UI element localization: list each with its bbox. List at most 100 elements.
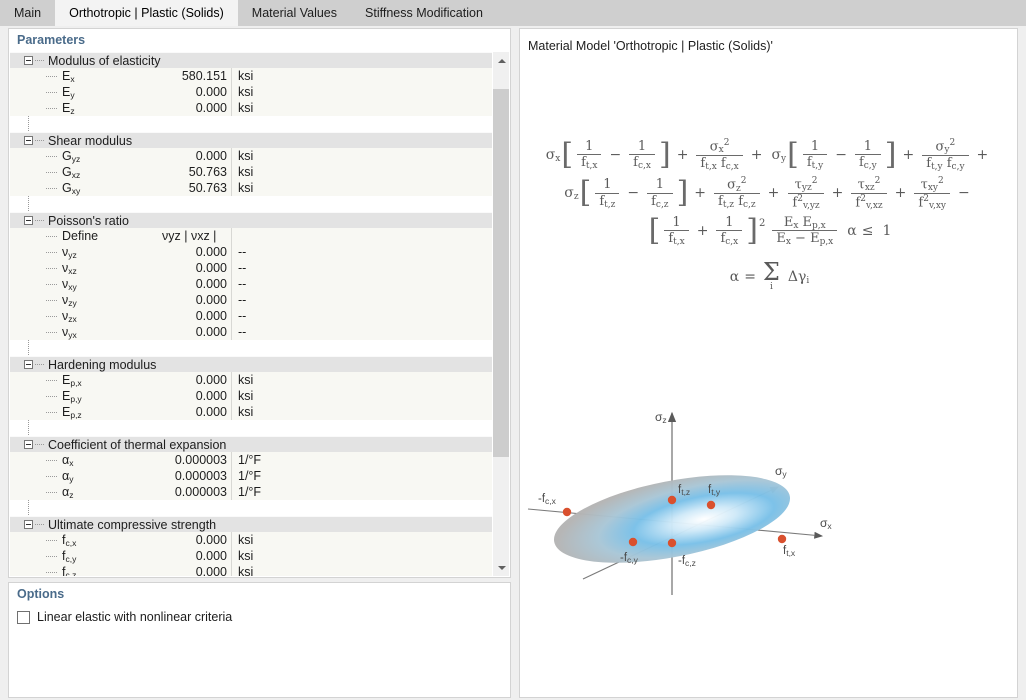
parameter-value[interactable]: 0.000 bbox=[160, 564, 232, 576]
collapse-icon[interactable] bbox=[24, 56, 33, 65]
parameter-row[interactable]: νxz 0.000 -- bbox=[10, 260, 492, 276]
parameter-row[interactable]: αz 0.000003 1/°F bbox=[10, 484, 492, 500]
parameter-row[interactable]: Gxy 50.763 ksi bbox=[10, 180, 492, 196]
parameter-row[interactable]: αx 0.000003 1/°F bbox=[10, 452, 492, 468]
parameter-subscript: c,z bbox=[65, 570, 77, 576]
parameters-scrollbar[interactable] bbox=[492, 52, 509, 576]
option-linear-elastic-row[interactable]: Linear elastic with nonlinear criteria bbox=[9, 604, 510, 624]
collapse-icon[interactable] bbox=[24, 216, 33, 225]
parameter-row[interactable]: αy 0.000003 1/°F bbox=[10, 468, 492, 484]
parameter-subscript: y bbox=[69, 474, 74, 484]
linear-elastic-checkbox[interactable] bbox=[17, 610, 30, 624]
parameter-value[interactable]: 0.000 bbox=[160, 404, 232, 420]
tab-orthotropic-plastic-solids[interactable]: Orthotropic | Plastic (Solids) bbox=[55, 0, 238, 26]
parameter-row[interactable]: fc,y 0.000 ksi bbox=[10, 548, 492, 564]
parameter-value[interactable]: 0.000 bbox=[160, 148, 232, 164]
tab-label: Orthotropic | Plastic (Solids) bbox=[69, 6, 224, 20]
parameter-value[interactable]: νyz | νxz | νxy bbox=[160, 228, 232, 259]
parameter-value[interactable]: 0.000003 bbox=[160, 452, 232, 468]
parameter-value[interactable]: 0.000 bbox=[160, 324, 232, 340]
parameter-name-cell: αz bbox=[10, 484, 160, 500]
parameter-subscript: yz bbox=[71, 154, 81, 164]
parameter-row[interactable]: fc,x 0.000 ksi bbox=[10, 532, 492, 548]
parameter-row[interactable]: fc,z 0.000 ksi bbox=[10, 564, 492, 576]
parameter-label: fc,x bbox=[10, 533, 76, 548]
parameter-label: νyx bbox=[10, 325, 77, 340]
parameter-value[interactable]: 0.000 bbox=[160, 100, 232, 116]
tree-connector bbox=[46, 252, 57, 253]
tab-material-values[interactable]: Material Values bbox=[237, 0, 352, 26]
parameter-row[interactable]: νyz 0.000 -- bbox=[10, 244, 492, 260]
tree-connector bbox=[46, 172, 57, 173]
parameter-value[interactable]: 0.000003 bbox=[160, 484, 232, 500]
parameter-name-cell: Ex bbox=[10, 68, 160, 84]
scroll-down-button[interactable] bbox=[493, 559, 509, 576]
parameter-name-cell: νyx bbox=[10, 324, 160, 340]
parameter-row[interactable]: νyx 0.000 -- bbox=[10, 324, 492, 340]
parameter-unit: ksi bbox=[238, 533, 254, 547]
group-header[interactable]: Poisson's ratio bbox=[10, 212, 492, 228]
parameter-row[interactable]: Ep,x 0.000 ksi bbox=[10, 372, 492, 388]
tree-connector bbox=[46, 316, 57, 317]
parameter-name-cell: Gyz bbox=[10, 148, 160, 164]
parameter-name-cell: αx bbox=[10, 452, 160, 468]
parameter-label: αy bbox=[10, 469, 74, 484]
parameter-row[interactable]: Ex 580.151 ksi bbox=[10, 68, 492, 84]
parameter-row[interactable]: Gxz 50.763 ksi bbox=[10, 164, 492, 180]
tab-main[interactable]: Main bbox=[0, 0, 56, 26]
parameter-value[interactable]: 0.000003 bbox=[160, 468, 232, 484]
axis-label-sigma-y: σy bbox=[775, 464, 787, 479]
parameter-value[interactable]: 0.000 bbox=[160, 260, 232, 276]
group-header[interactable]: Hardening modulus bbox=[10, 356, 492, 372]
collapse-icon[interactable] bbox=[24, 520, 33, 529]
collapse-icon[interactable] bbox=[24, 136, 33, 145]
parameter-row[interactable]: νxy 0.000 -- bbox=[10, 276, 492, 292]
parameter-row[interactable]: νzy 0.000 -- bbox=[10, 292, 492, 308]
parameter-value[interactable]: 0.000 bbox=[160, 532, 232, 548]
formula-line-1: σx [ 1 ft,x − 1 fc,x ] + σx2 ft,x fc,x + σy… bbox=[545, 136, 989, 172]
parameter-label: νzx bbox=[10, 309, 77, 324]
scroll-up-button[interactable] bbox=[493, 52, 509, 69]
point-ftz bbox=[667, 495, 677, 505]
tree-connector bbox=[46, 268, 57, 269]
parameter-name-cell: νzx bbox=[10, 308, 160, 324]
tab-stiffness-modification[interactable]: Stiffness Modification bbox=[351, 0, 497, 26]
parameter-value[interactable]: 0.000 bbox=[160, 308, 232, 324]
scrollbar-thumb[interactable] bbox=[493, 88, 509, 457]
parameter-row[interactable]: Define νyz | νxz | νxy bbox=[10, 228, 492, 259]
point-neg-fcx bbox=[562, 507, 572, 517]
parameter-value[interactable]: 50.763 bbox=[160, 180, 232, 196]
label-neg-fcz: -fc,z bbox=[678, 555, 696, 568]
parameter-value[interactable]: 580.151 bbox=[160, 68, 232, 84]
parameter-value[interactable]: 0.000 bbox=[160, 388, 232, 404]
parameter-row[interactable]: νzx 0.000 -- bbox=[10, 308, 492, 324]
parameter-row[interactable]: Ep,z 0.000 ksi bbox=[10, 404, 492, 420]
parameter-row[interactable]: Ey 0.000 ksi bbox=[10, 84, 492, 100]
collapse-icon[interactable] bbox=[24, 440, 33, 449]
parameter-value[interactable]: 0.000 bbox=[160, 244, 232, 260]
parameter-row[interactable]: Ez 0.000 ksi bbox=[10, 100, 492, 116]
parameter-value[interactable]: 0.000 bbox=[160, 84, 232, 100]
parameter-value[interactable]: 0.000 bbox=[160, 372, 232, 388]
parameter-value[interactable]: 0.000 bbox=[160, 292, 232, 308]
collapse-icon[interactable] bbox=[24, 360, 33, 369]
tab-strip-filler bbox=[496, 0, 1026, 26]
parameter-value[interactable]: 50.763 bbox=[160, 164, 232, 180]
parameter-unit bbox=[232, 228, 492, 244]
parameter-value[interactable]: 0.000 bbox=[160, 548, 232, 564]
parameter-name-cell: Ep,z bbox=[10, 404, 160, 420]
parameters-grid-body: Modulus of elasticity Ex 580.151 ksi Ey 0.000… bbox=[10, 52, 492, 576]
group-header[interactable]: Modulus of elasticity bbox=[10, 52, 492, 68]
parameter-value[interactable]: 0.000 bbox=[160, 276, 232, 292]
group-header[interactable]: Coefficient of thermal expansion bbox=[10, 436, 492, 452]
group-header[interactable]: Shear modulus bbox=[10, 132, 492, 148]
parameter-row[interactable]: Gyz 0.000 ksi bbox=[10, 148, 492, 164]
tree-connector bbox=[35, 444, 44, 445]
tree-connector bbox=[46, 188, 57, 189]
failure-criterion-formula: σx [ 1 ft,x − 1 fc,x ] + σx2 ft,x fc,x + σy… bbox=[520, 136, 1019, 299]
parameter-row[interactable]: Ep,y 0.000 ksi bbox=[10, 388, 492, 404]
tree-connector bbox=[46, 236, 57, 237]
group-gap bbox=[10, 340, 492, 356]
parameter-subscript: yx bbox=[68, 330, 77, 340]
group-header[interactable]: Ultimate compressive strength bbox=[10, 516, 492, 532]
